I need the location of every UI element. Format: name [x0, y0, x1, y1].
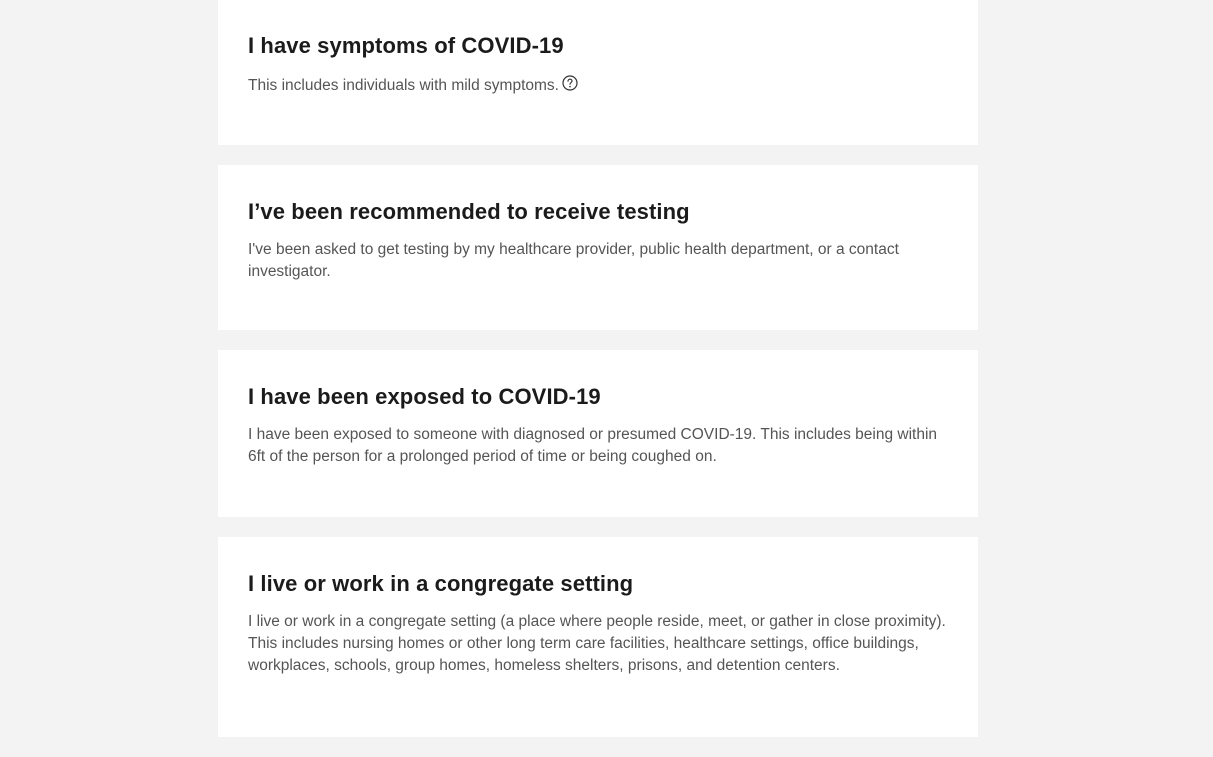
option-title: I have symptoms of COVID-19 — [248, 33, 564, 58]
testing-reason-options: I have symptoms of COVID-19 This include… — [218, 0, 978, 757]
option-description-text: This includes individuals with mild symp… — [248, 77, 559, 94]
option-title: I live or work in a congregate setting — [248, 571, 634, 596]
option-title: I’ve been recommended to receive testing — [248, 199, 690, 224]
question-circle-icon[interactable] — [562, 75, 578, 91]
option-title: I have been exposed to COVID-19 — [248, 384, 601, 409]
option-card-congregate-setting[interactable]: I live or work in a congregate setting I… — [218, 537, 978, 737]
option-description: I've been asked to get testing by my hea… — [248, 241, 899, 280]
option-card-exposed[interactable]: I have been exposed to COVID-19 I have b… — [218, 350, 978, 517]
option-description: I have been exposed to someone with diag… — [248, 426, 938, 465]
option-card-symptoms[interactable]: I have symptoms of COVID-19 This include… — [218, 0, 978, 145]
option-description: I live or work in a congregate setting (… — [248, 613, 946, 674]
option-description: This includes individuals with mild symp… — [248, 75, 948, 97]
option-card-recommended[interactable]: I’ve been recommended to receive testing… — [218, 165, 978, 330]
